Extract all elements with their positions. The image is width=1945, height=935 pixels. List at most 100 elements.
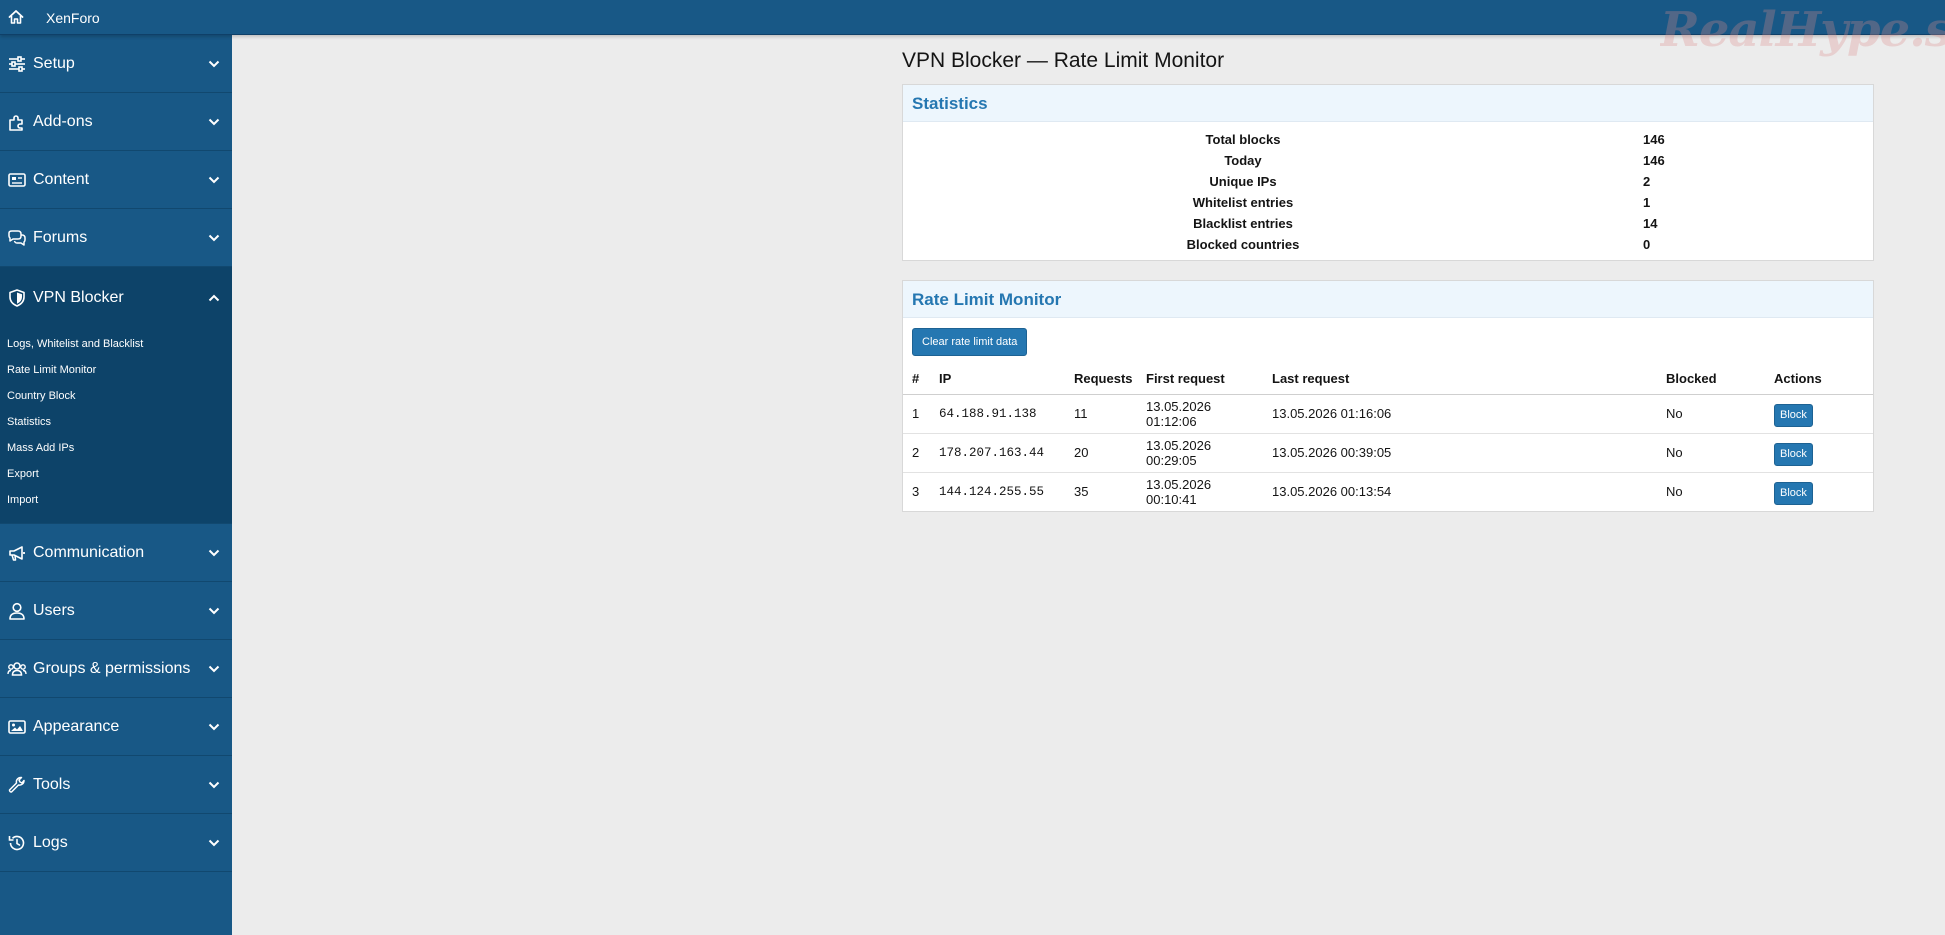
sidebar-item-label: Groups & permissions [33,659,191,677]
sidebar-item-label: Users [33,601,75,619]
stat-label: Total blocks [1205,132,1281,147]
shield-icon [9,289,25,307]
stat-value: 0 [1643,237,1651,252]
block-button[interactable]: Block [1774,442,1813,466]
sidebar: Setup Add-ons Content Forums VPN Blocker… [0,35,232,935]
sidebar-item-logs[interactable]: Logs [0,814,232,872]
stat-whitelist-entries: Whitelist entries 1 [903,192,1873,213]
stat-label: Unique IPs [1209,174,1277,189]
column-header-requests: Requests [1065,364,1137,395]
puzzle-icon [9,114,23,131]
submenu-rate-limit-monitor[interactable]: Rate Limit Monitor [0,357,232,383]
stat-total-blocks: Total blocks 146 [903,129,1873,150]
wrench-icon [8,776,25,793]
cell-number: 2 [903,433,930,473]
comments-icon [8,229,26,246]
stat-label: Whitelist entries [1192,195,1294,210]
sidebar-item-forums[interactable]: Forums [0,209,232,267]
sidebar-item-label: Content [33,170,90,188]
submenu-export[interactable]: Export [0,461,232,487]
rate-limit-table: # IP Requests First request Last request… [903,364,1873,511]
chevron-down-icon [208,118,220,125]
table-row: 3 144.124.255.55 35 13.05.2026 00:10:41 … [903,472,1873,511]
cell-actions: Block [1765,394,1873,434]
sidebar-item-label: Forums [33,228,88,246]
cell-number: 1 [903,394,930,434]
sidebar-item-label: Add-ons [33,112,93,130]
chevron-down-icon [208,607,220,614]
chevron-up-icon [208,294,220,302]
stat-blacklist-entries: Blacklist entries 14 [903,213,1873,234]
chevron-down-icon [208,549,220,556]
clear-rate-limit-button[interactable]: Clear rate limit data [912,328,1028,356]
cell-actions: Block [1765,433,1873,473]
chevron-down-icon [208,176,220,183]
sidebar-item-label: Logs [33,833,68,851]
sidebar-item-setup[interactable]: Setup [0,35,232,93]
chevron-down-icon [208,234,220,241]
submenu-country-block[interactable]: Country Block [0,383,232,409]
block-button[interactable]: Block [1774,403,1813,427]
sidebar-item-label: Setup [33,54,75,72]
cell-first-request: 13.05.2026 01:12:06 [1137,394,1263,434]
sidebar-item-users[interactable]: Users [0,582,232,640]
block-button[interactable]: Block [1774,481,1813,505]
sliders-icon [9,55,25,72]
cell-blocked: No [1657,433,1765,473]
sidebar-item-appearance[interactable]: Appearance [0,698,232,756]
cell-first-request: 13.05.2026 00:29:05 [1137,433,1263,473]
sidebar-item-vpn-blocker[interactable]: VPN Blocker [0,267,232,329]
statistics-header: Statistics [903,85,1873,122]
users-icon [7,661,27,676]
sidebar-item-content[interactable]: Content [0,151,232,209]
column-header-ip: IP [930,364,1065,395]
cell-requests: 20 [1065,433,1137,473]
statistics-block: Statistics Total blocks 146 Today 146 Un… [902,84,1874,261]
rate-limit-block: Rate Limit Monitor Clear rate limit data… [902,280,1874,512]
top-bar: XenForo RealHype.site [0,0,1945,58]
column-header-first-request: First request [1137,364,1263,395]
stat-label: Today [1224,153,1262,168]
cell-requests: 35 [1074,484,1089,500]
sidebar-item-tools[interactable]: Tools [0,756,232,814]
chevron-down-icon [208,781,220,788]
sidebar-item-label: Communication [33,543,145,561]
chevron-down-icon [208,665,220,672]
cell-last-request: 13.05.2026 00:39:05 [1263,433,1657,473]
submenu-import[interactable]: Import [0,487,232,513]
chevron-down-icon [208,723,220,730]
cell-ip: 178.207.163.44 [930,433,1065,473]
submenu-mass-add-ips[interactable]: Mass Add IPs [0,435,232,461]
stat-value: 2 [1643,174,1651,189]
statistics-list: Total blocks 146 Today 146 Unique IPs 2 … [903,122,1873,260]
submenu-logs-whitelist-blacklist[interactable]: Logs, Whitelist and Blacklist [0,331,232,357]
table-row: 2 178.207.163.44 20 13.05.2026 00:29:05 … [903,433,1873,473]
sidebar-item-add-ons[interactable]: Add-ons [0,93,232,151]
sidebar-item-label: VPN Blocker [33,289,124,306]
cell-ip: 64.188.91.138 [930,394,1065,434]
user-icon [9,602,25,620]
stat-value: 146 [1643,153,1665,168]
cell-requests: 11 [1065,394,1137,434]
column-header-blocked: Blocked [1657,364,1765,395]
sidebar-item-communication[interactable]: Communication [0,524,232,582]
cell-blocked: No [1657,394,1765,434]
history-icon [8,835,25,850]
stat-label: Blocked countries [1186,237,1300,252]
newspaper-icon [8,172,26,187]
cell-blocked: No [1666,484,1683,500]
chevron-down-icon [208,839,220,846]
cell-last-request: 13.05.2026 00:13:54 [1272,484,1392,500]
vpn-blocker-submenu: Logs, Whitelist and Blacklist Rate Limit… [0,329,232,524]
brand-link[interactable]: XenForo [46,10,100,26]
column-header-number: # [903,364,930,395]
table-row: 1 64.188.91.138 11 13.05.2026 01:12:06 1… [903,394,1873,434]
submenu-statistics[interactable]: Statistics [0,409,232,435]
button-row: Clear rate limit data [903,318,1873,364]
image-icon [8,719,26,734]
column-header-last-request: Last request [1263,364,1657,395]
home-icon[interactable] [8,9,24,25]
megaphone-icon [9,545,25,561]
sidebar-item-groups-permissions[interactable]: Groups & permissions [0,640,232,698]
cell-last-request: 13.05.2026 01:16:06 [1263,394,1657,434]
